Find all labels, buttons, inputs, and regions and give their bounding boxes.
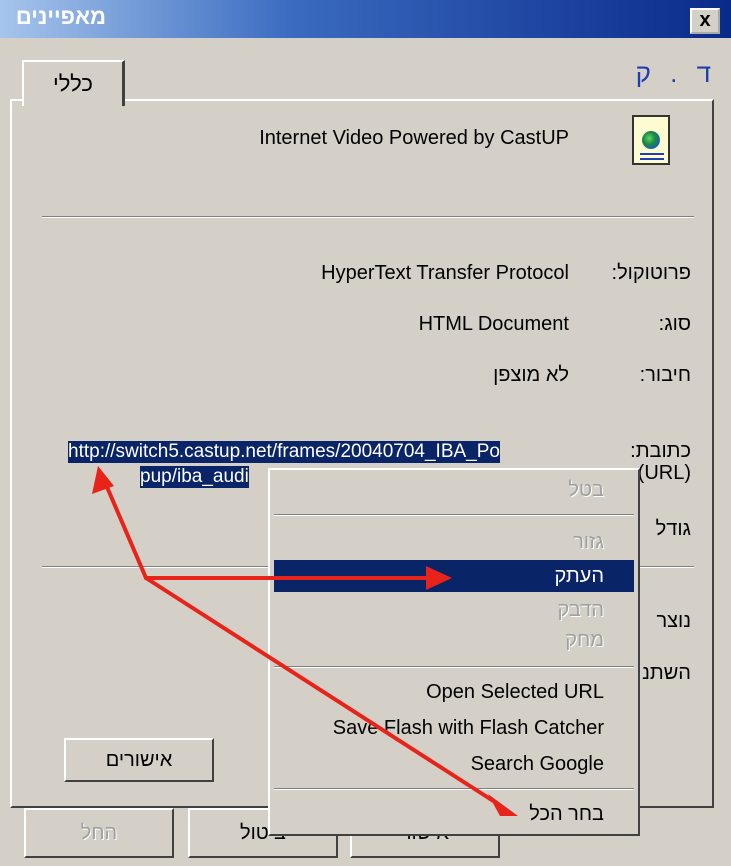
title-bar[interactable]: מאפיינים x [0, 0, 731, 38]
menu-item-select-all[interactable]: בחר הכל [274, 798, 634, 830]
size-label: גודל [655, 518, 691, 540]
modified-label: השתנ [642, 662, 691, 684]
menu-item-delete[interactable]: מחק [274, 624, 634, 656]
address-label: כתובת: [630, 440, 691, 462]
menu-item-open-url[interactable]: Open Selected URL [274, 676, 634, 708]
menu-item-paste[interactable]: הדבק [274, 594, 634, 626]
html-document-icon [632, 115, 670, 165]
item-name: Internet Video Powered by CastUP [259, 127, 569, 149]
menu-separator [274, 514, 634, 516]
connection-label: חיבור: [639, 364, 691, 386]
corner-label: ד . ק [635, 58, 717, 88]
close-button[interactable]: x [690, 8, 720, 34]
menu-item-cut[interactable]: גזור [274, 526, 634, 558]
menu-item-search-google[interactable]: Search Google [274, 748, 634, 780]
protocol-label: פרוטוקול: [611, 262, 691, 284]
address-value-line2[interactable]: pup/iba_audi [140, 466, 249, 488]
apply-button[interactable]: החל [24, 808, 174, 858]
menu-separator [274, 788, 634, 790]
window-title: מאפיינים [15, 4, 106, 29]
tab-general[interactable]: כללי [22, 60, 125, 106]
menu-item-copy[interactable]: העתק [274, 560, 634, 592]
menu-item-undo[interactable]: בטל [274, 474, 634, 506]
type-label: סוג: [658, 313, 691, 335]
connection-value: לא מוצפן [493, 364, 569, 386]
certificates-button[interactable]: אישורים [64, 738, 214, 782]
created-label: נוצר [656, 610, 691, 632]
address-value-line1[interactable]: http://switch5.castup.net/frames/2004070… [68, 441, 500, 463]
divider [42, 216, 694, 218]
menu-separator [274, 666, 634, 668]
url-label: (URL) [637, 462, 691, 484]
type-value: HTML Document [418, 313, 569, 335]
protocol-value: HyperText Transfer Protocol [321, 262, 569, 284]
context-menu: בטל גזור העתק הדבק מחק Open Selected URL… [268, 468, 640, 836]
menu-item-save-flash[interactable]: Save Flash with Flash Catcher [274, 712, 634, 744]
